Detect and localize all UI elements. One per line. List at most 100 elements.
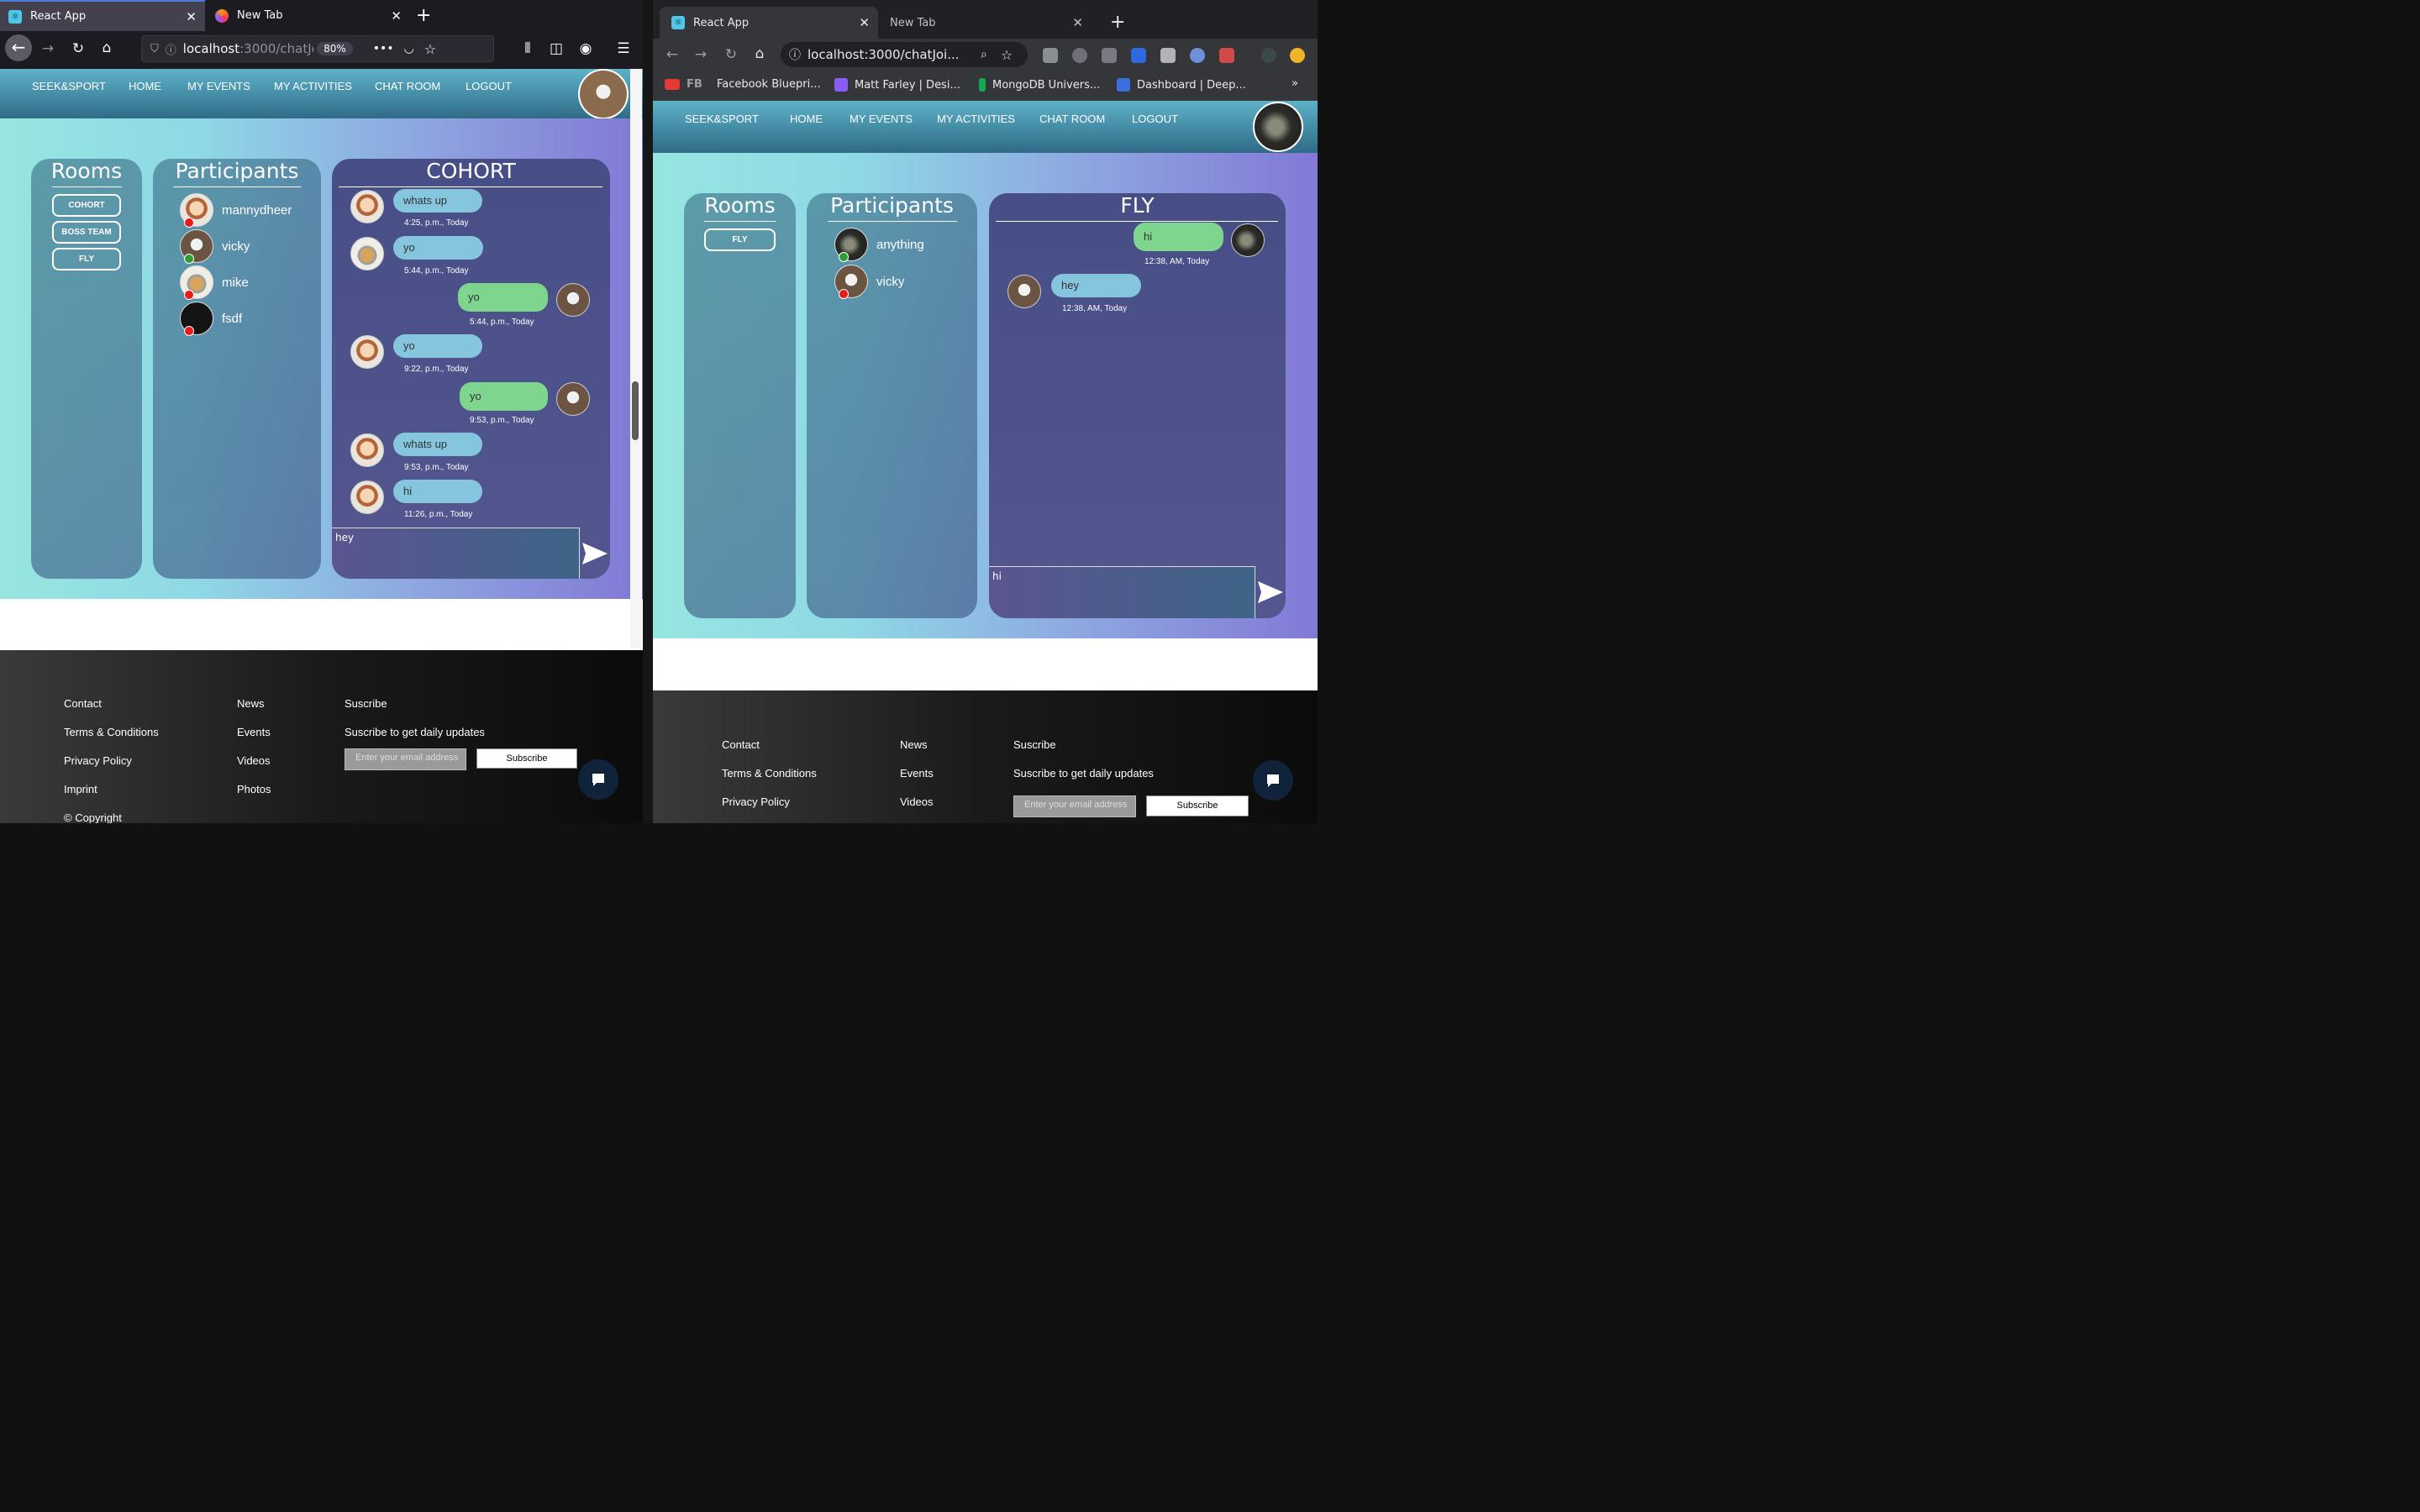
nav-chat-room[interactable]: CHAT ROOM (1039, 113, 1105, 125)
home-icon[interactable]: ⌂ (97, 39, 116, 56)
footer-link-news[interactable]: News (237, 697, 265, 710)
participant-name: mike (222, 275, 249, 290)
back-arrow-icon[interactable]: ← (5, 34, 32, 61)
user-avatar[interactable] (1253, 102, 1303, 152)
update-icon[interactable] (1290, 48, 1305, 63)
footer-link-privacy[interactable]: Privacy Policy (64, 754, 132, 767)
nav-home[interactable]: HOME (129, 80, 161, 92)
bookmarks-overflow-icon[interactable]: » (1292, 77, 1298, 90)
bookmark-item[interactable]: FB (665, 78, 702, 91)
footer: Contact Terms & Conditions Privacy Polic… (0, 650, 643, 823)
pocket-icon[interactable]: ◡ (404, 42, 414, 55)
scrollbar-track[interactable] (630, 69, 642, 648)
extension-icon[interactable] (1219, 48, 1234, 63)
bookmark-item[interactable]: Matt Farley | Desi... (834, 78, 960, 92)
forward-arrow-icon[interactable]: → (39, 40, 57, 57)
library-icon[interactable]: ⫴ (518, 40, 537, 57)
scrollbar-thumb[interactable] (632, 381, 639, 440)
footer-link-terms[interactable]: Terms & Conditions (64, 726, 159, 738)
email-input[interactable]: Enter your email address (1013, 795, 1136, 817)
chat-room-title: COHORT (426, 159, 516, 183)
user-avatar[interactable] (578, 69, 629, 119)
extension-icon[interactable] (1072, 48, 1087, 63)
profile-icon[interactable] (1261, 48, 1276, 63)
more-dots-icon[interactable]: ••• (373, 42, 394, 55)
footer-link-videos[interactable]: Videos (237, 754, 271, 767)
sidebar-icon[interactable]: ◫ (547, 40, 566, 57)
extension-icon[interactable] (1190, 48, 1205, 63)
chat-fab-button[interactable] (1253, 760, 1293, 801)
close-tab-icon[interactable]: ✕ (391, 8, 402, 24)
bookmark-item[interactable]: Facebook Bluepri... (717, 78, 821, 91)
chat-fab-button[interactable] (578, 759, 618, 800)
nav-logout[interactable]: LOGOUT (1132, 113, 1178, 125)
tab-new-tab[interactable]: New Tab ✕ (207, 0, 410, 31)
footer-link-events[interactable]: Events (237, 726, 271, 738)
tab-react-app[interactable]: ⚛ React App ✕ (0, 0, 205, 31)
footer-link-contact[interactable]: Contact (64, 697, 102, 710)
send-button[interactable] (1255, 566, 1286, 618)
participant-item[interactable]: mike (180, 265, 249, 300)
participants-panel: Participants anything vicky (807, 193, 977, 618)
tab-react-app[interactable]: ⚛ React App ✕ (660, 7, 878, 39)
footer-link-imprint[interactable]: Imprint (64, 783, 97, 795)
footer-link-privacy[interactable]: Privacy Policy (722, 795, 790, 808)
nav-my-events[interactable]: MY EVENTS (187, 80, 250, 92)
extension-icon[interactable] (1160, 48, 1176, 63)
reload-icon[interactable]: ↻ (69, 40, 87, 57)
bookmark-star-icon[interactable]: ☆ (1001, 47, 1013, 63)
bookmark-star-icon[interactable]: ☆ (424, 41, 436, 57)
app-navbar: SEEK&SPORT HOME MY EVENTS MY ACTIVITIES … (653, 101, 1318, 153)
zoom-icon[interactable]: ⌕ (981, 48, 987, 61)
room-button-cohort[interactable]: COHORT (52, 194, 121, 217)
menu-hamburger-icon[interactable]: ☰ (614, 40, 633, 57)
bookmark-item[interactable]: MongoDB Univers... (979, 78, 1100, 92)
participant-item[interactable]: vicky (834, 265, 904, 299)
participant-item[interactable]: anything (834, 228, 924, 262)
zoom-indicator[interactable]: 80% (317, 42, 353, 55)
home-icon[interactable]: ⌂ (750, 45, 769, 62)
footer-link-contact[interactable]: Contact (722, 738, 760, 751)
footer-link-videos[interactable]: Videos (900, 795, 934, 808)
new-tab-plus-icon[interactable]: + (1110, 12, 1125, 33)
message-input[interactable]: hi (989, 566, 1255, 618)
send-button[interactable] (580, 528, 610, 579)
bookmark-item[interactable]: Dashboard | Deep... (1117, 78, 1246, 92)
nav-my-activities[interactable]: MY ACTIVITIES (274, 80, 352, 92)
participant-item[interactable]: vicky (180, 229, 250, 264)
nav-chat-room[interactable]: CHAT ROOM (375, 80, 440, 92)
nav-logout[interactable]: LOGOUT (466, 80, 512, 92)
participant-item[interactable]: fsdf (180, 302, 242, 336)
subscribe-button[interactable]: Subscribe (476, 748, 577, 769)
close-tab-icon[interactable]: ✕ (859, 15, 870, 30)
close-tab-icon[interactable]: ✕ (186, 9, 197, 24)
extension-js-icon[interactable] (1043, 48, 1058, 63)
account-icon[interactable]: ◉ (576, 40, 595, 57)
reload-icon[interactable]: ↻ (722, 46, 740, 63)
url-bar[interactable]: ⛉ ⓘ localhost :3000/chatJoin/5e 80% ••• … (141, 35, 494, 62)
room-button-fly[interactable]: FLY (704, 228, 776, 251)
extension-icon[interactable] (1102, 48, 1117, 63)
tab-new-tab[interactable]: New Tab ✕ (880, 7, 1092, 39)
url-bar[interactable]: ⓘ localhost:3000/chatJoi... ⌕ ☆ (781, 42, 1028, 67)
room-button-boss-team[interactable]: BOSS TEAM (52, 221, 121, 244)
room-button-fly[interactable]: FLY (52, 248, 121, 270)
participant-item[interactable]: mannydheer (180, 193, 292, 228)
footer-link-events[interactable]: Events (900, 767, 934, 780)
forward-arrow-icon[interactable]: → (692, 46, 710, 63)
footer-link-news[interactable]: News (900, 738, 928, 751)
nav-my-events[interactable]: MY EVENTS (850, 113, 913, 125)
back-arrow-icon[interactable]: ← (663, 46, 681, 63)
nav-home[interactable]: HOME (790, 113, 823, 125)
new-tab-plus-icon[interactable]: + (416, 5, 431, 26)
footer-link-terms[interactable]: Terms & Conditions (722, 767, 817, 780)
nav-brand[interactable]: SEEK&SPORT (685, 113, 759, 125)
footer-link-photos[interactable]: Photos (237, 783, 271, 795)
nav-brand[interactable]: SEEK&SPORT (32, 80, 106, 92)
close-tab-icon[interactable]: ✕ (1072, 15, 1083, 30)
subscribe-button[interactable]: Subscribe (1146, 795, 1249, 816)
nav-my-activities[interactable]: MY ACTIVITIES (937, 113, 1015, 125)
email-input[interactable]: Enter your email address (345, 748, 466, 770)
extension-icon[interactable] (1131, 48, 1146, 63)
message-input[interactable]: hey (332, 528, 580, 579)
